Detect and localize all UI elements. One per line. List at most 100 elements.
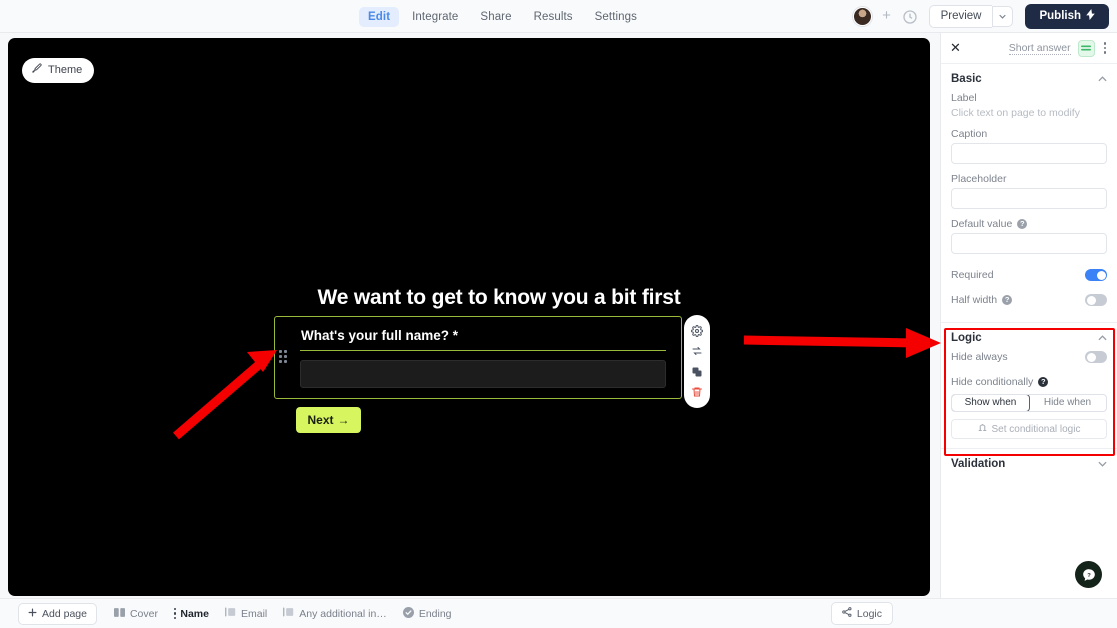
section-validation-header[interactable]: Validation <box>941 449 1117 477</box>
placeholder-field-title: Placeholder <box>951 173 1007 185</box>
field-label-underline <box>300 350 666 351</box>
tab-share[interactable]: Share <box>471 7 520 27</box>
settings-gear-icon[interactable] <box>690 324 704 338</box>
help-icon[interactable]: ? <box>1038 377 1049 387</box>
book-icon <box>113 607 125 620</box>
default-value-input[interactable] <box>951 233 1107 254</box>
page-tab-label: Name <box>180 607 209 620</box>
form-page-icon <box>225 607 236 620</box>
duplicate-icon[interactable] <box>690 365 704 379</box>
section-logic-title: Logic <box>951 332 982 344</box>
preview-button[interactable]: Preview <box>928 5 993 28</box>
page-tab-email[interactable]: Email <box>218 603 274 624</box>
default-value-field-title: Default value ? <box>951 218 1107 230</box>
section-validation-title: Validation <box>951 458 1006 470</box>
set-conditional-logic-button[interactable]: Set conditional logic <box>951 419 1107 439</box>
tab-results[interactable]: Results <box>525 7 582 27</box>
help-icon[interactable]: ? <box>1002 295 1013 305</box>
paintbrush-icon <box>31 63 42 77</box>
caption-input[interactable] <box>951 143 1107 164</box>
page-tab-name[interactable]: Name <box>167 604 216 624</box>
svg-text:?: ? <box>1087 572 1091 578</box>
page-tab-label: Any additional in… <box>299 607 387 620</box>
half-width-label: Half width <box>951 294 998 306</box>
bottom-bar: Add page Cover Name Email Any additional… <box>0 598 1117 628</box>
lightning-icon <box>1086 9 1095 23</box>
segment-hide-when[interactable]: Hide when <box>1029 395 1106 411</box>
branch-icon <box>978 423 987 435</box>
hide-conditionally-label: Hide conditionally <box>951 376 1034 388</box>
section-logic-header[interactable]: Logic <box>941 323 1117 351</box>
caption-field-title: Caption <box>951 128 988 140</box>
avatar[interactable] <box>852 7 872 26</box>
publish-button[interactable]: Publish <box>1025 4 1109 29</box>
page-tab-label: Ending <box>418 607 452 620</box>
move-swap-icon[interactable] <box>690 344 704 358</box>
more-vertical-icon[interactable] <box>1102 42 1108 54</box>
required-row: Required <box>951 263 1107 288</box>
page-tab-ending[interactable]: Ending <box>396 603 459 625</box>
tab-edit[interactable]: Edit <box>359 6 400 27</box>
default-value-label: Default value <box>951 218 1013 230</box>
panel-header: ✕ Short answer <box>941 33 1117 64</box>
check-circle-icon <box>402 606 414 621</box>
set-conditional-logic-label: Set conditional logic <box>991 423 1081 435</box>
drag-handle-icon[interactable] <box>173 607 177 620</box>
chevron-up-icon[interactable] <box>1098 74 1107 84</box>
half-width-toggle[interactable] <box>1085 294 1107 306</box>
equal-lines-icon[interactable] <box>1077 39 1095 57</box>
close-icon[interactable]: ✕ <box>950 40 964 56</box>
publish-label: Publish <box>1039 10 1081 22</box>
hide-always-row: Hide always <box>951 351 1107 370</box>
form-field-block[interactable]: What's your full name? * <box>274 316 682 399</box>
half-width-label-group: Half width ? <box>951 294 1013 306</box>
field-text-input[interactable] <box>300 360 666 388</box>
chevron-up-icon[interactable] <box>1098 333 1107 343</box>
required-label: Required <box>951 269 994 281</box>
tab-settings[interactable]: Settings <box>586 7 646 27</box>
theme-button[interactable]: Theme <box>22 58 95 83</box>
label-field-hint: Click text on page to modify <box>951 107 1080 119</box>
page-tab-additional[interactable]: Any additional in… <box>276 603 394 624</box>
help-chat-button[interactable]: ? <box>1075 561 1102 588</box>
form-page-icon <box>283 607 294 620</box>
half-width-row: Half width ? <box>951 288 1107 313</box>
section-logic-body: Hide always Hide conditionally ? Show wh… <box>941 351 1117 448</box>
next-button[interactable]: Next → <box>296 407 361 433</box>
next-label: Next <box>307 413 334 427</box>
form-canvas-wrapper: Theme We want to get to know you a bit f… <box>8 38 930 596</box>
arrow-right-icon: → <box>337 413 350 427</box>
add-page-button[interactable]: Add page <box>18 602 97 625</box>
page-tab-cover[interactable]: Cover <box>107 604 165 624</box>
history-clock-icon[interactable] <box>902 9 918 25</box>
bottom-logic-button[interactable]: Logic <box>830 602 893 625</box>
section-basic-title: Basic <box>951 73 982 85</box>
chevron-down-icon[interactable] <box>1098 459 1107 469</box>
page-tab-label: Cover <box>129 607 158 620</box>
field-drag-handle-icon[interactable] <box>279 350 290 366</box>
form-heading[interactable]: We want to get to know you a bit first <box>289 286 709 310</box>
segment-show-when[interactable]: Show when <box>952 395 1030 411</box>
page-tab-label: Email <box>240 607 268 620</box>
delete-trash-icon[interactable] <box>690 385 704 399</box>
help-icon[interactable]: ? <box>1017 219 1028 229</box>
top-nav: Edit Integrate Share Results Settings <box>359 0 646 33</box>
label-field-title: Label <box>951 92 977 104</box>
question-type-selector[interactable]: Short answer <box>1008 42 1071 55</box>
page-tabs: Cover Name Email Any additional in… Endi… <box>107 603 459 625</box>
section-basic-header[interactable]: Basic <box>941 64 1117 92</box>
form-canvas[interactable]: Theme We want to get to know you a bit f… <box>8 38 930 596</box>
tab-integrate[interactable]: Integrate <box>403 7 467 27</box>
hide-always-toggle[interactable] <box>1085 351 1107 363</box>
section-basic-body: Label Click text on page to modify Capti… <box>941 92 1117 322</box>
app-root: Edit Integrate Share Results Settings + … <box>0 0 1117 628</box>
placeholder-input[interactable] <box>951 188 1107 209</box>
required-toggle[interactable] <box>1085 269 1107 281</box>
preview-dropdown-caret-icon[interactable] <box>992 6 1014 27</box>
theme-label: Theme <box>48 64 83 76</box>
field-question-label[interactable]: What's your full name? * <box>301 328 458 343</box>
add-collaborator-button[interactable]: + <box>879 8 895 25</box>
top-bar-actions: + Preview Publish <box>852 0 1109 33</box>
plus-icon <box>28 608 37 620</box>
properties-panel: ✕ Short answer Basic Label Click text on… <box>940 33 1117 628</box>
